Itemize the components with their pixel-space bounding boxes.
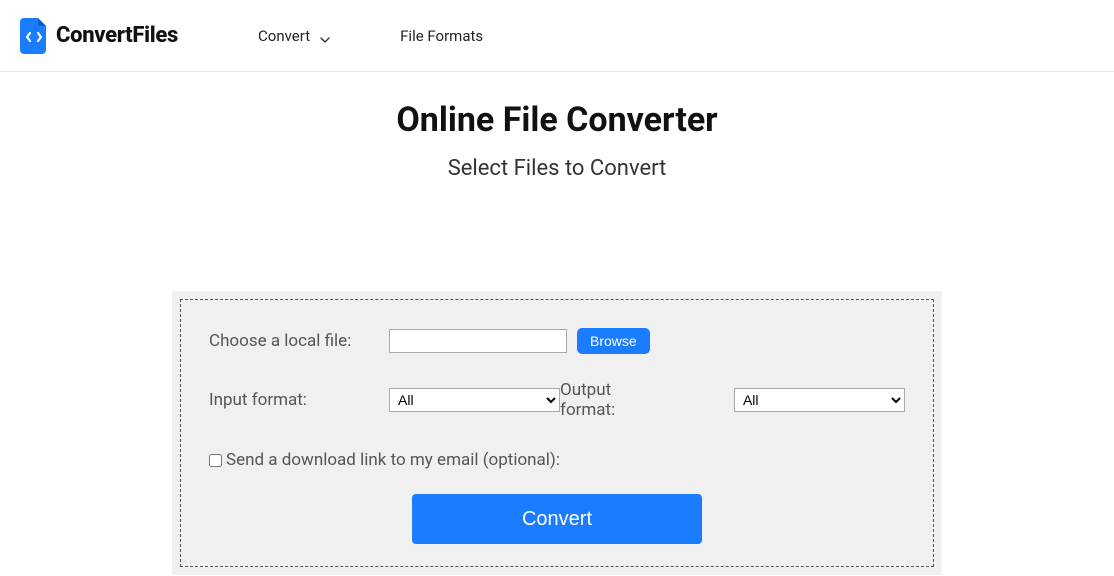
convert-button-wrap: Convert <box>209 494 905 544</box>
page-title: Online File Converter <box>0 100 1114 140</box>
logo-text: ConvertFiles <box>56 23 178 48</box>
output-format-label: Output format: <box>560 380 666 420</box>
choose-file-label: Choose a local file: <box>209 331 389 351</box>
browse-button[interactable]: Browse <box>577 328 650 354</box>
nav-convert-label: Convert <box>258 27 310 45</box>
nav-file-formats[interactable]: File Formats <box>400 27 483 45</box>
nav-file-formats-label: File Formats <box>400 27 483 45</box>
nav: Convert File Formats <box>258 27 483 45</box>
email-checkbox-label: Send a download link to my email (option… <box>226 450 560 470</box>
output-format-select[interactable]: All <box>734 388 905 412</box>
input-format-select[interactable]: All <box>389 388 560 412</box>
form-inner: Choose a local file: Browse Input format… <box>180 299 934 567</box>
form-container: Choose a local file: Browse Input format… <box>172 291 942 575</box>
main: Online File Converter Select Files to Co… <box>0 72 1114 575</box>
email-checkbox[interactable] <box>209 454 222 467</box>
row-formats: Input format: All Output format: All <box>209 380 905 420</box>
convert-button[interactable]: Convert <box>412 494 702 544</box>
input-format-label: Input format: <box>209 390 389 410</box>
nav-convert[interactable]: Convert <box>258 27 330 45</box>
chevron-down-icon <box>320 31 330 41</box>
logo-icon <box>20 18 48 54</box>
row-email: Send a download link to my email (option… <box>209 450 905 470</box>
page-subtitle: Select Files to Convert <box>0 156 1114 181</box>
logo[interactable]: ConvertFiles <box>20 18 178 54</box>
row-choose-file: Choose a local file: Browse <box>209 328 905 354</box>
header: ConvertFiles Convert File Formats <box>0 0 1114 72</box>
file-input[interactable] <box>389 329 567 353</box>
